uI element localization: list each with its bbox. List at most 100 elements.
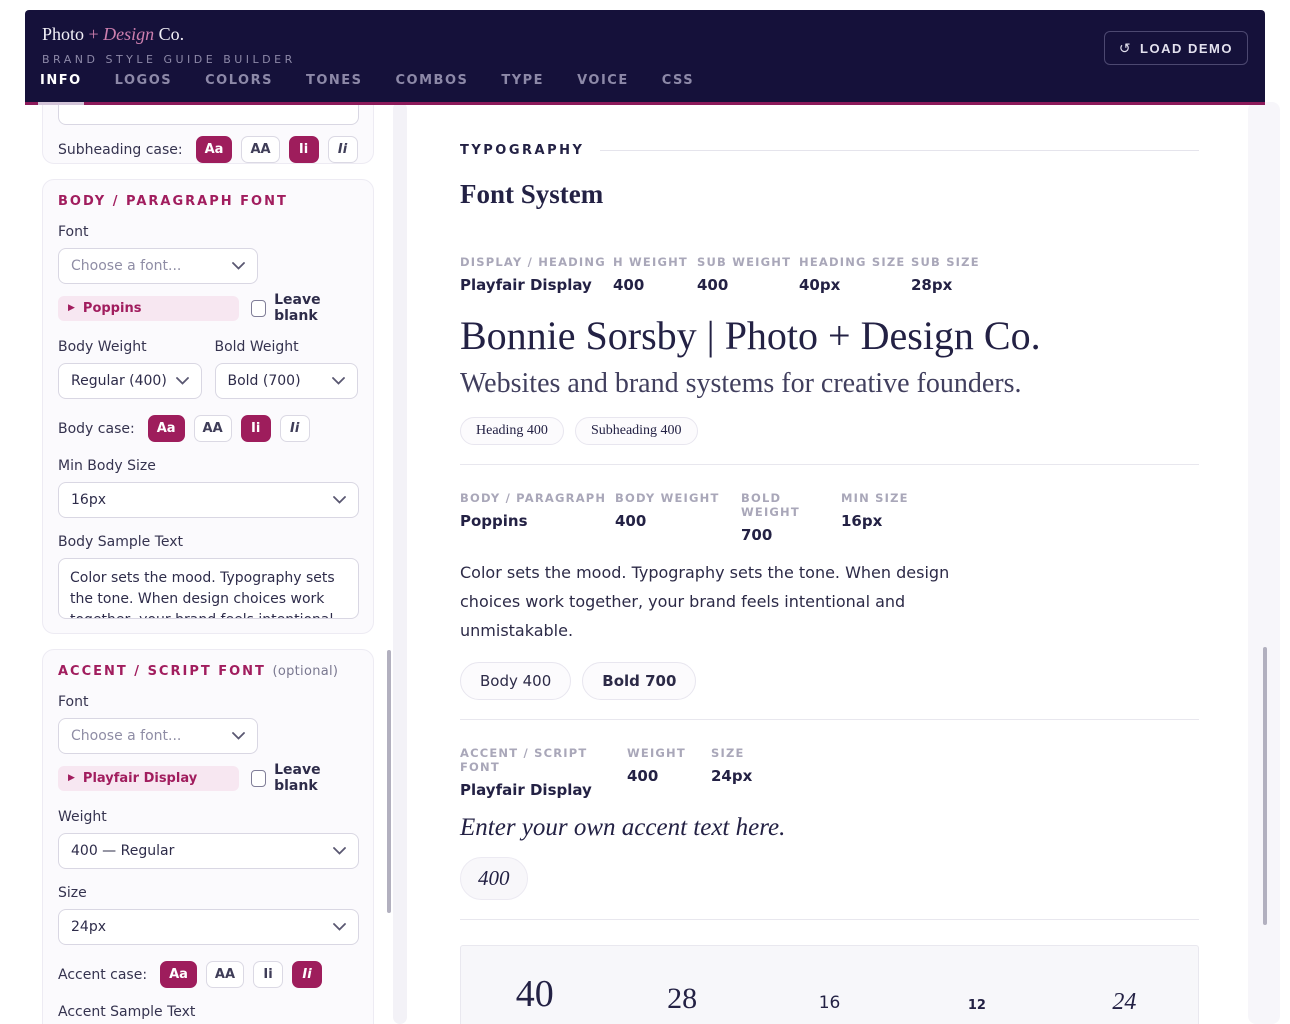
accent-case-uppercase-button[interactable]: AA <box>206 961 244 988</box>
preview-panel: TYPOGRAPHY Font System DISPLAY / HEADING… <box>460 102 1199 1024</box>
accent-weight-label: Weight <box>58 809 358 825</box>
meta-value: Playfair Display <box>460 781 627 799</box>
body-font-label: Font <box>58 224 358 240</box>
meta-label: ACCENT / SCRIPT FONT <box>460 746 627 774</box>
min-body-size-select[interactable]: 16px <box>58 482 359 518</box>
bold-weight-select[interactable]: Bold (700) <box>215 363 359 399</box>
body-weight-label: Body Weight <box>58 339 202 355</box>
meta-value: 24px <box>711 767 752 785</box>
accent-font-card-title: ACCENT / SCRIPT FONT (optional) <box>58 664 358 679</box>
chevron-down-icon <box>232 728 245 744</box>
body-leave-blank[interactable]: Leave blank <box>251 292 358 324</box>
body-font-suggestion[interactable]: ▶ Poppins <box>58 296 239 321</box>
subheading-case-row: Subheading case: Aa AA Ii Ii <box>58 136 358 163</box>
accent-style-roman-button[interactable]: Ii <box>253 961 283 988</box>
app-window: Photo + Design Co. BRAND STYLE GUIDE BUI… <box>0 0 1290 1024</box>
meta-label: BODY WEIGHT <box>615 491 741 505</box>
tab-colors[interactable]: COLORS <box>203 73 275 102</box>
accent-leave-blank-checkbox[interactable] <box>251 770 266 787</box>
load-demo-button[interactable]: ↺ LOAD DEMO <box>1104 31 1248 65</box>
meta-value: 400 <box>613 276 697 294</box>
subheading-style-italic-button[interactable]: Ii <box>328 136 358 163</box>
chevron-down-icon <box>333 919 346 935</box>
body-font-card-title: BODY / PARAGRAPH FONT <box>58 194 358 209</box>
meta-value: 400 <box>697 276 799 294</box>
accent-style-italic-button[interactable]: Ii <box>292 961 322 988</box>
body-style-italic-button[interactable]: Ii <box>280 415 310 442</box>
accent-font-suggestion-label: Playfair Display <box>83 771 197 786</box>
chevron-down-icon <box>232 258 245 274</box>
accent-size-select[interactable]: 24px <box>58 909 359 945</box>
brand: Photo + Design Co. BRAND STYLE GUIDE BUI… <box>42 24 296 66</box>
scale-caption: 12 CAPTION <box>903 970 1050 1024</box>
body-font-select[interactable]: Choose a font... <box>58 248 258 284</box>
accent-weight-value: 400 — Regular <box>71 843 174 859</box>
body-weights-row: Body Weight Regular (400) Bold Weight Bo… <box>58 339 358 399</box>
tab-css[interactable]: CSS <box>660 73 696 102</box>
typography-section-head: TYPOGRAPHY <box>460 143 1199 158</box>
body-leave-blank-checkbox[interactable] <box>251 300 266 317</box>
subheading-preview: Websites and brand systems for creative … <box>460 368 1199 400</box>
sidebar-scrollbar-thumb[interactable] <box>387 650 391 913</box>
body-case-uppercase-button[interactable]: AA <box>194 415 232 442</box>
scale-subheading: 28 SUBHEADING <box>608 970 755 1024</box>
tab-combos[interactable]: COMBOS <box>394 73 471 102</box>
accent-weight-select[interactable]: 400 — Regular <box>58 833 359 869</box>
play-arrow-icon: ▶ <box>68 303 75 313</box>
body-style-roman-button[interactable]: Ii <box>241 415 271 442</box>
accent-font-label: Font <box>58 694 358 710</box>
bold-weight-label: Bold Weight <box>215 339 359 355</box>
meta-label: H WEIGHT <box>613 255 697 269</box>
accent-font-suggestion[interactable]: ▶ Playfair Display <box>58 766 239 791</box>
load-demo-label: LOAD DEMO <box>1140 41 1233 56</box>
body-sample-label: Body Sample Text <box>58 534 358 550</box>
meta-label: BOLD WEIGHT <box>741 491 841 519</box>
bold-weight-value: Bold (700) <box>228 373 301 389</box>
accent-font-card-title-text: ACCENT / SCRIPT FONT <box>58 664 266 679</box>
tab-tones[interactable]: TONES <box>304 73 365 102</box>
body-chip-row: Body 400 Bold 700 <box>460 662 1199 700</box>
accent-font-select-value: Choose a font... <box>71 728 181 744</box>
body-case-label: Body case: <box>58 421 135 437</box>
accent-font-select[interactable]: Choose a font... <box>58 718 258 754</box>
body-sample-textarea[interactable]: Color sets the mood. Typography sets the… <box>58 558 359 619</box>
chevron-down-icon <box>333 843 346 859</box>
tab-voice[interactable]: VOICE <box>575 73 631 102</box>
subheading-style-roman-button[interactable]: Ii <box>289 136 319 163</box>
accent-case-label: Accent case: <box>58 967 147 983</box>
subheading-case-uppercase-button[interactable]: AA <box>241 136 279 163</box>
bold-weight-chip: Bold 700 <box>582 662 696 700</box>
heading-preview: Bonnie Sorsby | Photo + Design Co. <box>460 312 1199 359</box>
sidebar-scrollbar-track[interactable] <box>393 102 407 1024</box>
tab-logos[interactable]: LOGOS <box>113 73 174 102</box>
accent-case-row: Accent case: Aa AA Ii Ii <box>58 961 358 988</box>
meta-value: 400 <box>615 512 741 530</box>
accent-weight-chip: 400 <box>460 857 528 900</box>
body-weight-select[interactable]: Regular (400) <box>58 363 202 399</box>
subheading-weight-chip: Subheading 400 <box>575 417 698 445</box>
meta-value: 16px <box>841 512 909 530</box>
body-leave-blank-label: Leave blank <box>274 292 358 324</box>
tab-info[interactable]: INFO <box>38 73 84 105</box>
scale-body: 16 BODY <box>756 970 903 1024</box>
refresh-icon: ↺ <box>1119 40 1132 57</box>
accent-text-preview: Enter your own accent text here. <box>460 814 1199 842</box>
scale-value: 12 <box>903 970 1050 1016</box>
main-scrollbar-thumb[interactable] <box>1263 647 1267 925</box>
font-system-title: Font System <box>460 179 1199 210</box>
heading-weight-chip: Heading 400 <box>460 417 564 445</box>
divider <box>460 464 1199 465</box>
body-font-card: BODY / PARAGRAPH FONT Font Choose a font… <box>42 179 374 634</box>
accent-case-sentence-button[interactable]: Aa <box>160 961 197 988</box>
subheading-case-sentence-button[interactable]: Aa <box>196 136 233 163</box>
body-case-sentence-button[interactable]: Aa <box>148 415 185 442</box>
accent-optional-label: (optional) <box>272 664 338 679</box>
body-weight-value: Regular (400) <box>71 373 167 389</box>
accent-size-value: 24px <box>71 919 106 935</box>
scale-value: 28 <box>608 970 755 1016</box>
nav-tabs: INFO LOGOS COLORS TONES COMBOS TYPE VOIC… <box>38 73 696 102</box>
accent-sample-label: Accent Sample Text <box>58 1004 358 1020</box>
tab-type[interactable]: TYPE <box>499 73 546 102</box>
meta-label: SUB SIZE <box>911 255 980 269</box>
accent-leave-blank[interactable]: Leave blank <box>251 762 358 794</box>
